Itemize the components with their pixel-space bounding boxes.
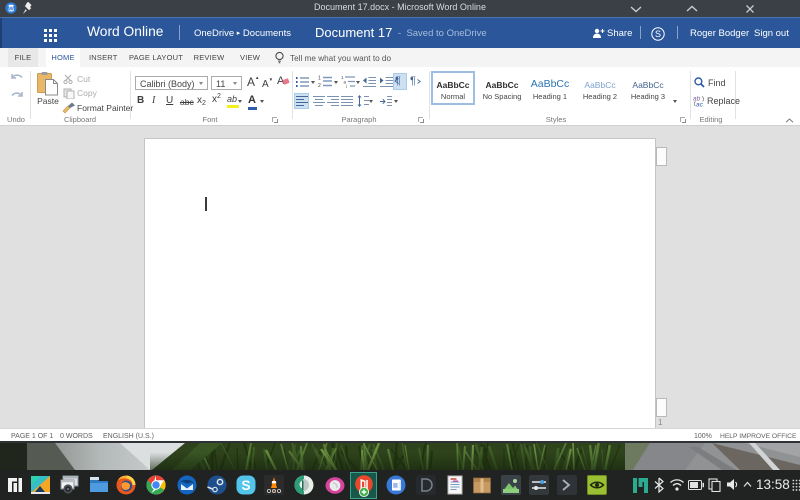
svg-text:S: S xyxy=(655,29,661,39)
svg-text:i: i xyxy=(346,84,347,88)
svg-text:ac: ac xyxy=(696,102,704,108)
svg-text:2: 2 xyxy=(318,83,321,88)
svg-text:1: 1 xyxy=(318,76,321,82)
svg-text:S: S xyxy=(241,478,250,493)
